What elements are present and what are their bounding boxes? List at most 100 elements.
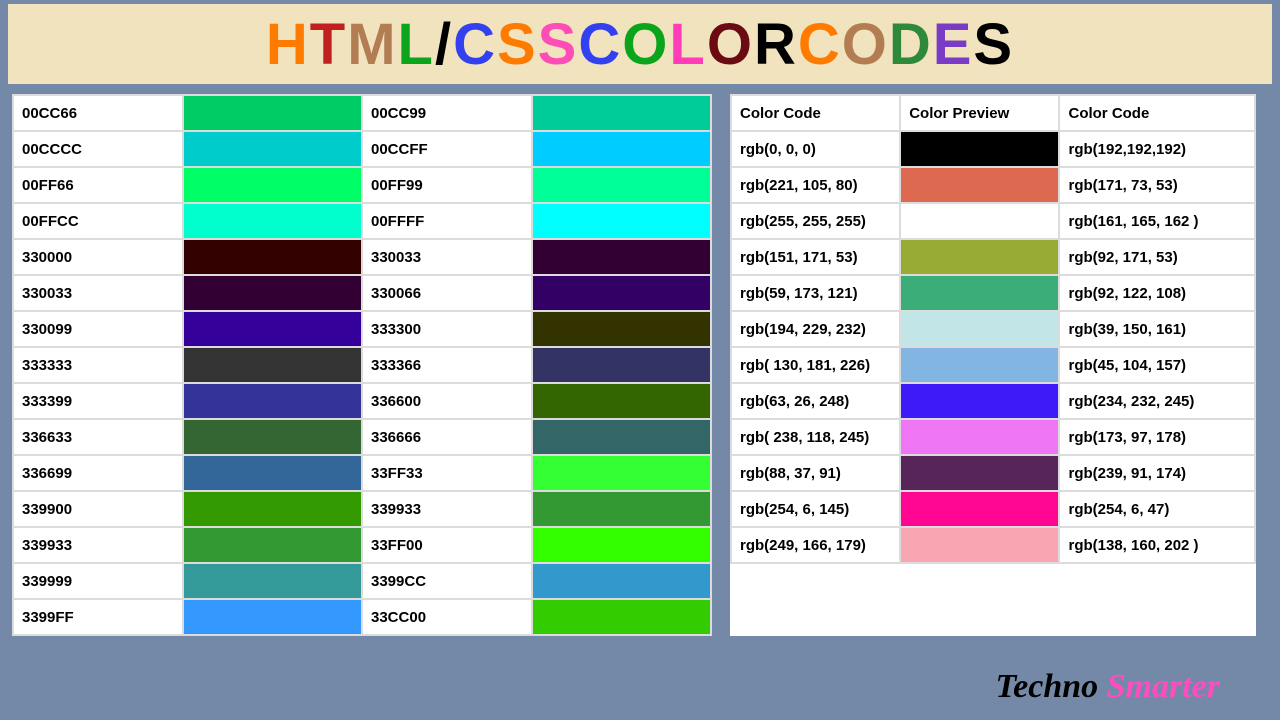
brand-part1: Techno — [995, 668, 1106, 705]
color-swatch — [900, 203, 1059, 239]
hex-code: 339999 — [13, 563, 183, 599]
color-swatch — [532, 419, 711, 455]
table-row: rgb(249, 166, 179)rgb(138, 160, 202 ) — [731, 527, 1255, 563]
color-swatch — [532, 203, 711, 239]
hex-code: 330066 — [362, 275, 532, 311]
rgb-code: rgb(254, 6, 47) — [1059, 491, 1255, 527]
hex-code: 339933 — [13, 527, 183, 563]
rgb-code: rgb(194, 229, 232) — [731, 311, 900, 347]
hex-code: 336633 — [13, 419, 183, 455]
hex-code: 00FF99 — [362, 167, 532, 203]
table-row: 339900 339933 — [13, 491, 711, 527]
table-header-row: Color CodeColor PreviewColor Code — [731, 95, 1255, 131]
hex-code: 330033 — [362, 239, 532, 275]
title-letter: C — [798, 11, 842, 78]
table-row: 339933 33FF00 — [13, 527, 711, 563]
color-swatch — [532, 383, 711, 419]
color-swatch — [532, 131, 711, 167]
title-letter: S — [973, 11, 1014, 78]
title-letter: E — [933, 11, 974, 78]
hex-code: 333366 — [362, 347, 532, 383]
color-swatch — [900, 167, 1059, 203]
hex-code: 33FF00 — [362, 527, 532, 563]
title-letter: D — [889, 11, 933, 78]
color-swatch — [900, 383, 1059, 419]
hex-code: 339933 — [362, 491, 532, 527]
hex-code: 00CCCC — [13, 131, 183, 167]
color-swatch — [900, 131, 1059, 167]
rgb-code: rgb( 130, 181, 226) — [731, 347, 900, 383]
title-letter: / — [435, 11, 453, 78]
table-row: rgb(221, 105, 80)rgb(171, 73, 53) — [731, 167, 1255, 203]
table-row: 330099 333300 — [13, 311, 711, 347]
hex-code: 00FF66 — [13, 167, 183, 203]
hex-code: 336666 — [362, 419, 532, 455]
rgb-code: rgb(221, 105, 80) — [731, 167, 900, 203]
title-letter: C — [578, 11, 622, 78]
brand-caption: Techno Smarter — [995, 668, 1220, 706]
color-swatch — [900, 491, 1059, 527]
color-swatch — [183, 383, 362, 419]
table-row: rgb( 238, 118, 245)rgb(173, 97, 178) — [731, 419, 1255, 455]
hex-code: 3399CC — [362, 563, 532, 599]
rgb-code: rgb(234, 232, 245) — [1059, 383, 1255, 419]
rgb-code: rgb(173, 97, 178) — [1059, 419, 1255, 455]
color-swatch — [183, 311, 362, 347]
rgb-code: rgb(88, 37, 91) — [731, 455, 900, 491]
table-row: rgb( 130, 181, 226) rgb(45, 104, 157) — [731, 347, 1255, 383]
color-swatch — [183, 599, 362, 635]
hex-code: 333300 — [362, 311, 532, 347]
table-row: 00CC66 00CC99 — [13, 95, 711, 131]
hex-code: 339900 — [13, 491, 183, 527]
color-swatch — [183, 167, 362, 203]
hex-code: 00CCFF — [362, 131, 532, 167]
hex-code: 00FFCC — [13, 203, 183, 239]
table-row: 3399FF 33CC00 — [13, 599, 711, 635]
hex-code: 330099 — [13, 311, 183, 347]
rgb-code: rgb(161, 165, 162 ) — [1059, 203, 1255, 239]
rgb-color-table: Color CodeColor PreviewColor Codergb(0, … — [730, 94, 1256, 636]
color-swatch — [900, 527, 1059, 563]
hex-code: 330000 — [13, 239, 183, 275]
title-letter: O — [707, 11, 754, 78]
table-row: 00FFCC 00FFFF — [13, 203, 711, 239]
table-row: 333399336600 — [13, 383, 711, 419]
color-swatch — [532, 455, 711, 491]
column-header: Color Code — [731, 95, 900, 131]
color-swatch — [532, 599, 711, 635]
title-letter: T — [310, 11, 347, 78]
hex-code: 00FFFF — [362, 203, 532, 239]
hex-code: 336699 — [13, 455, 183, 491]
color-swatch — [183, 203, 362, 239]
table-row: 00CCCC 00CCFF — [13, 131, 711, 167]
color-swatch — [532, 347, 711, 383]
color-swatch — [900, 347, 1059, 383]
title-letter: C — [453, 11, 497, 78]
color-swatch — [532, 95, 711, 131]
color-swatch — [183, 131, 362, 167]
title-letter: R — [754, 11, 798, 78]
color-swatch — [183, 419, 362, 455]
hex-code: 00CC66 — [13, 95, 183, 131]
title-letter: O — [842, 11, 889, 78]
rgb-code: rgb(45, 104, 157) — [1059, 347, 1255, 383]
rgb-code: rgb(63, 26, 248) — [731, 383, 900, 419]
color-swatch — [900, 455, 1059, 491]
rgb-code: rgb(239, 91, 174) — [1059, 455, 1255, 491]
rgb-code: rgb(151, 171, 53) — [731, 239, 900, 275]
table-row: rgb(59, 173, 121)rgb(92, 122, 108) — [731, 275, 1255, 311]
color-swatch — [900, 275, 1059, 311]
table-row: rgb(151, 171, 53)rgb(92, 171, 53) — [731, 239, 1255, 275]
color-swatch — [532, 167, 711, 203]
page-title: HTML/CSS COLOR CODES — [8, 4, 1272, 84]
hex-code: 3399FF — [13, 599, 183, 635]
title-letter: O — [622, 11, 669, 78]
table-row: rgb(0, 0, 0)rgb(192,192,192) — [731, 131, 1255, 167]
title-letter: L — [669, 11, 706, 78]
hex-code: 00CC99 — [362, 95, 532, 131]
hex-code: 33CC00 — [362, 599, 532, 635]
title-letter: S — [538, 11, 579, 78]
hex-code: 336600 — [362, 383, 532, 419]
rgb-code: rgb(59, 173, 121) — [731, 275, 900, 311]
color-swatch — [532, 491, 711, 527]
